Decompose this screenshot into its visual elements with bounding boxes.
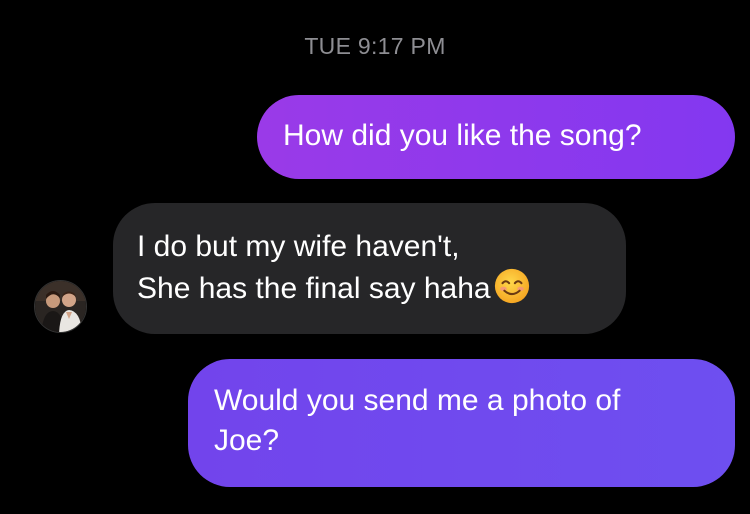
message-text-line-2: She has the final say haha (137, 267, 602, 309)
message-timestamp: TUE 9:17 PM (304, 33, 446, 59)
message-text: Joe? (214, 424, 280, 457)
smiling-face-emoji-icon (494, 268, 529, 304)
message-text: How did you like the song? (283, 119, 642, 152)
message-text: Would you send me a photo of (214, 384, 621, 417)
message-text: She has the final say haha (137, 272, 491, 305)
incoming-message-bubble[interactable]: I do but my wife haven't, She has the fi… (113, 203, 626, 334)
outgoing-message-bubble[interactable]: How did you like the song? (257, 95, 735, 179)
message-text: I do but my wife haven't, (137, 230, 460, 263)
contact-avatar[interactable] (34, 280, 87, 333)
outgoing-message-bubble[interactable]: Would you send me a photo of Joe? (188, 359, 735, 487)
avatar-photo (35, 281, 86, 332)
